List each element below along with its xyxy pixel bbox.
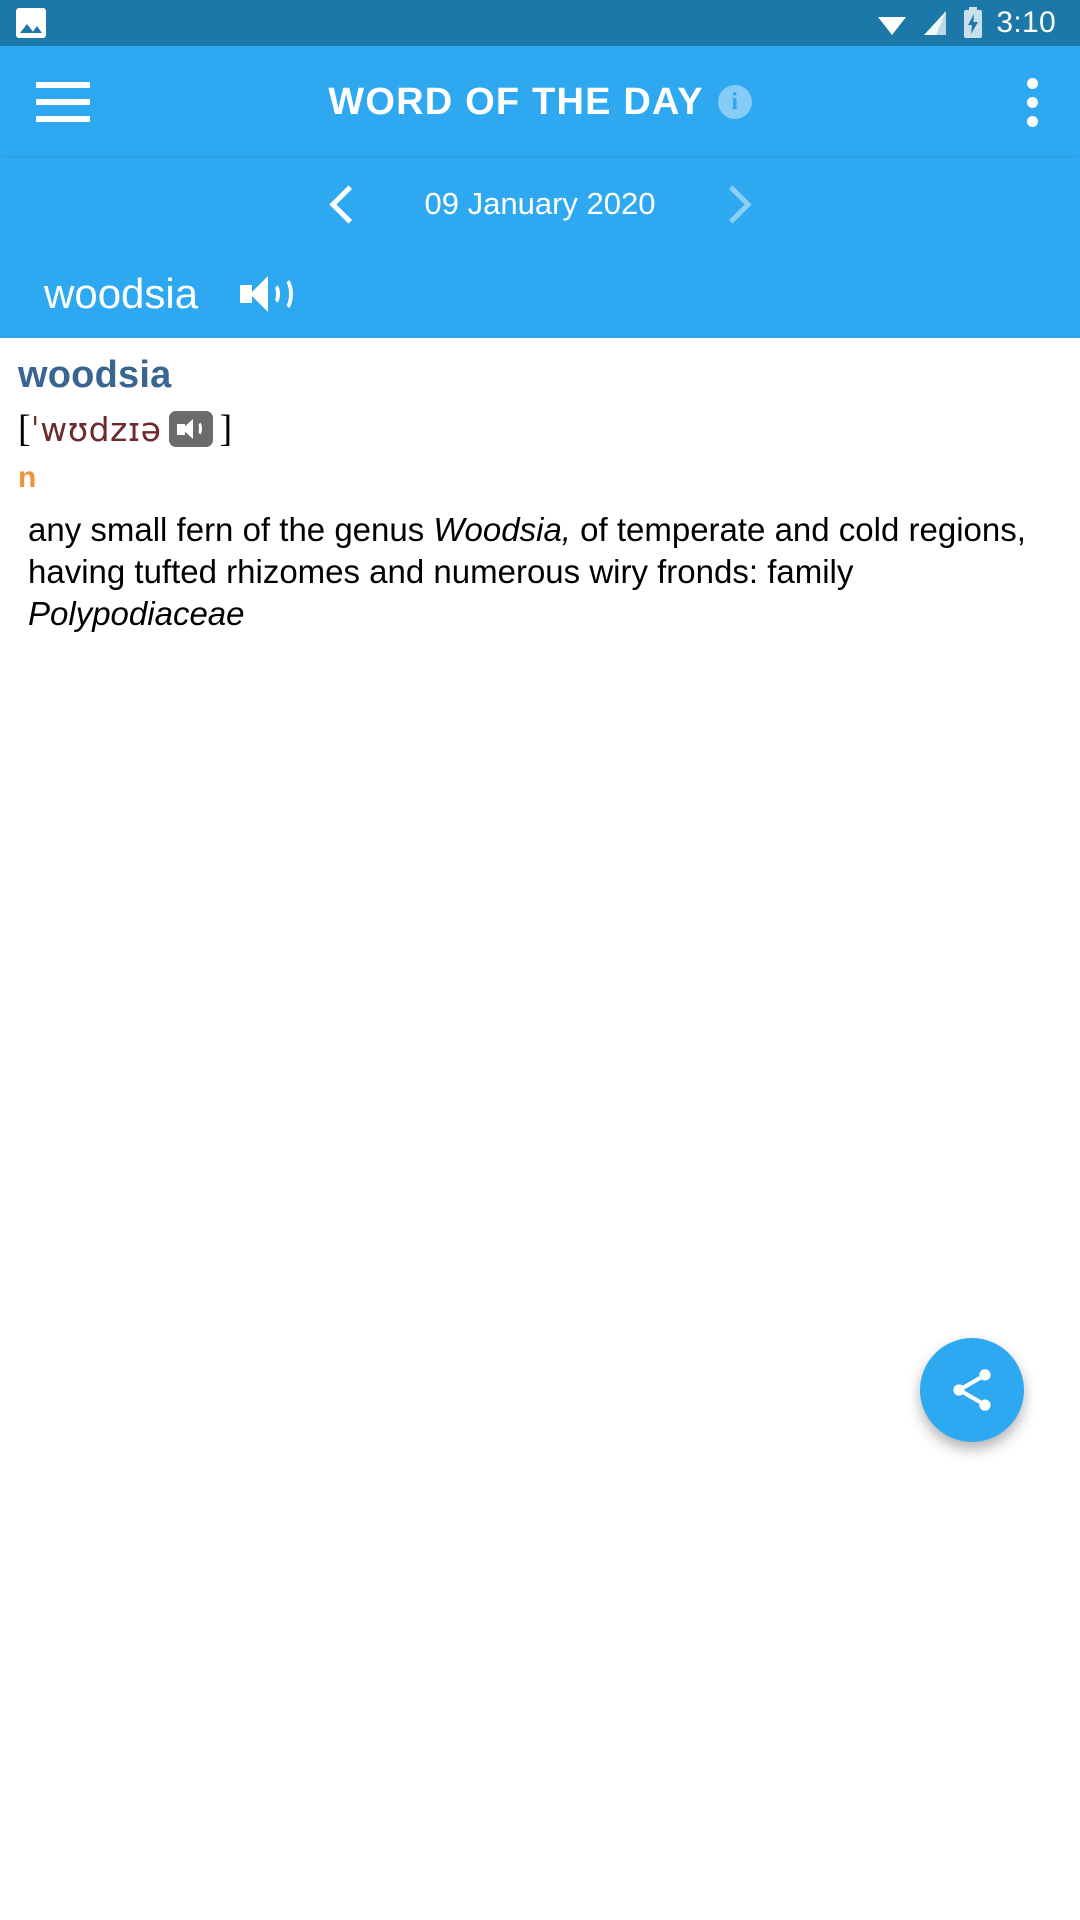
previous-day-button[interactable] [315, 174, 375, 234]
definition-italic-genus: Woodsia, [433, 511, 571, 548]
share-button[interactable] [920, 1338, 1024, 1442]
status-bar: 3:10 [0, 0, 1080, 46]
status-bar-right: 3:10 [876, 7, 1064, 39]
pronunciation-open-bracket: [ [18, 408, 31, 450]
more-vert-icon[interactable] [1027, 77, 1038, 127]
definition-text: any small fern of the genus Woodsia, of … [18, 509, 1054, 636]
pronunciation-row: [ ˈwʊdzɪə ] [18, 407, 1054, 451]
status-bar-left [16, 8, 46, 38]
date-navigator: 09 January 2020 [0, 158, 1080, 250]
definition-content: woodsia [ ˈwʊdzɪə ] n any small fern of … [0, 338, 1080, 1920]
current-date-label: 09 January 2020 [424, 186, 656, 221]
hamburger-menu-icon[interactable] [36, 82, 90, 122]
gallery-icon [16, 8, 46, 38]
volume-up-icon[interactable] [240, 272, 294, 316]
share-icon [953, 1369, 991, 1411]
definition-segment-1: any small fern of the genus [28, 511, 434, 548]
page-title: WORD OF THE DAY [328, 80, 704, 123]
status-bar-clock: 3:10 [996, 6, 1056, 39]
header-word-label: woodsia [44, 270, 199, 317]
part-of-speech-label: n [18, 461, 37, 494]
battery-charging-icon [964, 7, 983, 38]
entry-headword: woodsia [18, 354, 172, 396]
info-icon[interactable]: i [717, 85, 752, 119]
pronunciation-speaker-button[interactable] [169, 411, 214, 447]
app-root: 3:10 WORD OF THE DAY i 09 January 2020 w… [0, 0, 1080, 1920]
next-day-button[interactable] [705, 174, 765, 234]
signal-icon [924, 11, 947, 35]
definition-italic-family: Polypodiaceae [28, 595, 245, 633]
pronunciation-ipa: ˈwʊdzɪə [30, 409, 162, 449]
wifi-icon [878, 17, 907, 35]
pronunciation-close-bracket: ] [219, 408, 233, 450]
word-header-panel: 09 January 2020 woodsia [0, 158, 1080, 338]
app-bar: WORD OF THE DAY i [0, 46, 1080, 158]
header-word-row: woodsia [0, 250, 1080, 338]
app-bar-title-group: WORD OF THE DAY i [0, 81, 1080, 124]
